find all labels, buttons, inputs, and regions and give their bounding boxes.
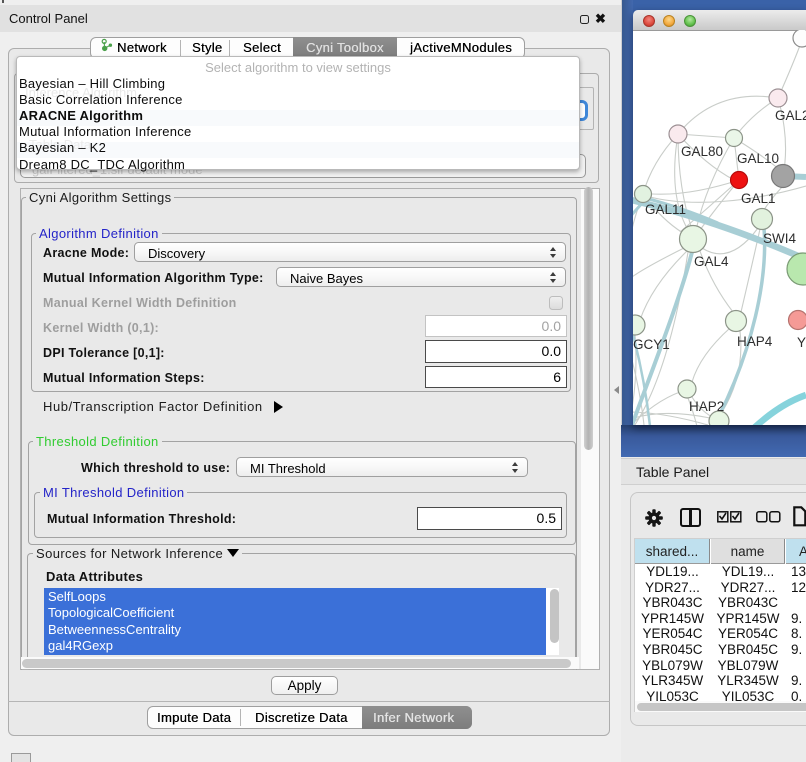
svg-text:GAL10: GAL10 <box>737 151 779 166</box>
svg-text:HAP2: HAP2 <box>689 399 724 414</box>
svg-text:GAL80: GAL80 <box>681 144 723 159</box>
svg-text:GCY1: GCY1 <box>633 337 670 352</box>
svg-text:YM: YM <box>797 335 806 350</box>
svg-text:HAP4: HAP4 <box>737 334 773 349</box>
svg-text:GAL4: GAL4 <box>694 254 729 269</box>
svg-text:SWI4: SWI4 <box>763 231 796 246</box>
svg-text:GAL11: GAL11 <box>645 202 686 217</box>
svg-text:GAL2: GAL2 <box>775 108 806 123</box>
svg-text:GAL1: GAL1 <box>741 191 776 206</box>
